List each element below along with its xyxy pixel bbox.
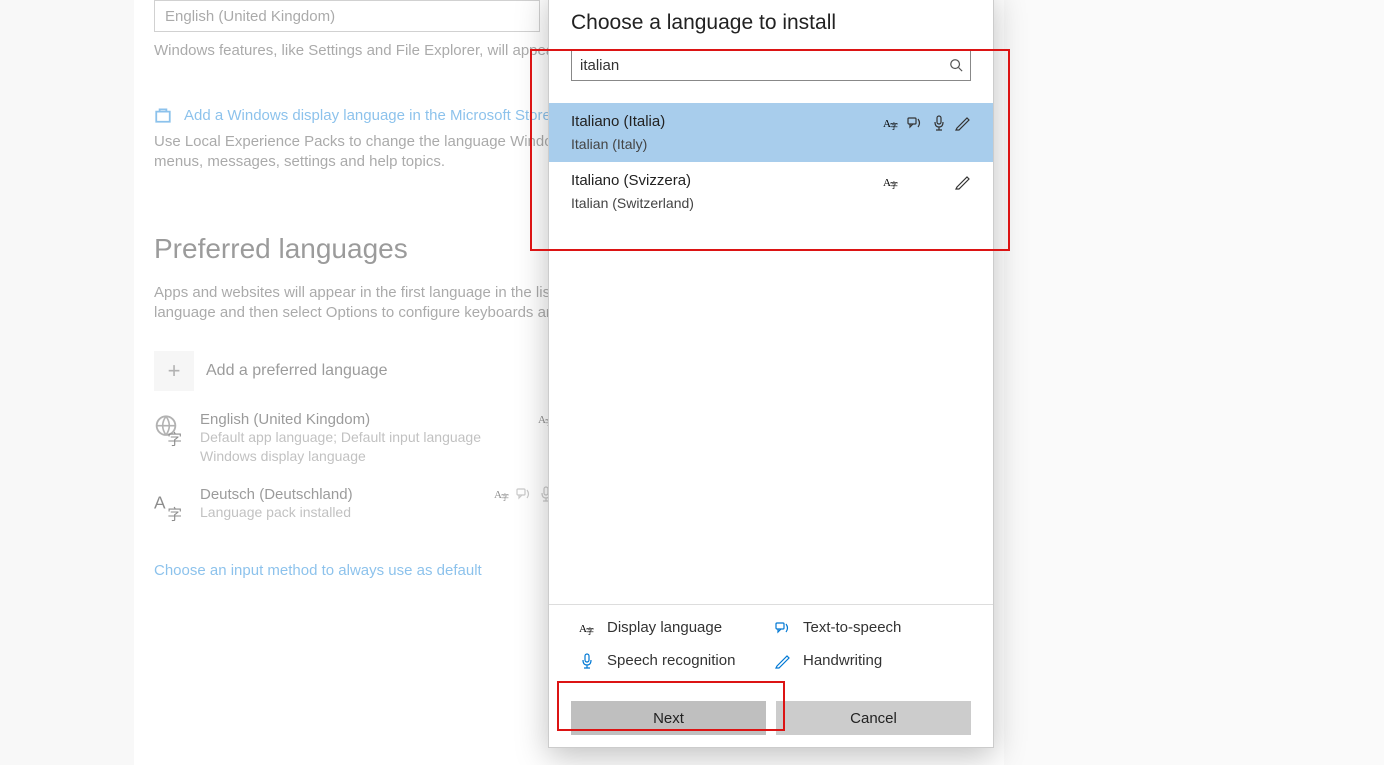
- display-icon: [883, 115, 899, 131]
- display-icon: [579, 620, 595, 636]
- language-result-switzerland[interactable]: Italiano (Svizzera) Italian (Switzerland…: [549, 162, 993, 221]
- speech-icon: [931, 115, 947, 131]
- handwriting-icon: [775, 653, 791, 669]
- speech-icon: [579, 653, 595, 669]
- result-english: Italian (Italy): [571, 136, 971, 152]
- language-search-input[interactable]: [571, 49, 971, 81]
- display-icon: [883, 174, 899, 190]
- dialog-title: Choose a language to install: [549, 0, 993, 49]
- legend-display: Display language: [579, 619, 775, 636]
- feature-legend: Display language Text-to-speech Speech r…: [549, 604, 993, 677]
- language-results-list: Italiano (Italia) Italian (Italy) Italia…: [549, 103, 993, 221]
- legend-tts: Text-to-speech: [775, 619, 971, 636]
- language-result-italy[interactable]: Italiano (Italia) Italian (Italy): [549, 103, 993, 162]
- legend-label: Display language: [607, 619, 722, 636]
- choose-language-dialog: Choose a language to install Italiano (I…: [548, 0, 994, 748]
- cancel-button[interactable]: Cancel: [776, 701, 971, 735]
- legend-label: Handwriting: [803, 652, 882, 669]
- result-english: Italian (Switzerland): [571, 195, 971, 211]
- handwriting-icon: [955, 115, 971, 131]
- handwriting-icon: [955, 174, 971, 190]
- tts-icon: [907, 115, 923, 131]
- legend-handwriting: Handwriting: [775, 652, 971, 669]
- next-button[interactable]: Next: [571, 701, 766, 735]
- legend-label: Speech recognition: [607, 652, 735, 669]
- legend-speech: Speech recognition: [579, 652, 775, 669]
- search-icon: [949, 58, 963, 72]
- legend-label: Text-to-speech: [803, 619, 901, 636]
- tts-icon: [775, 620, 791, 636]
